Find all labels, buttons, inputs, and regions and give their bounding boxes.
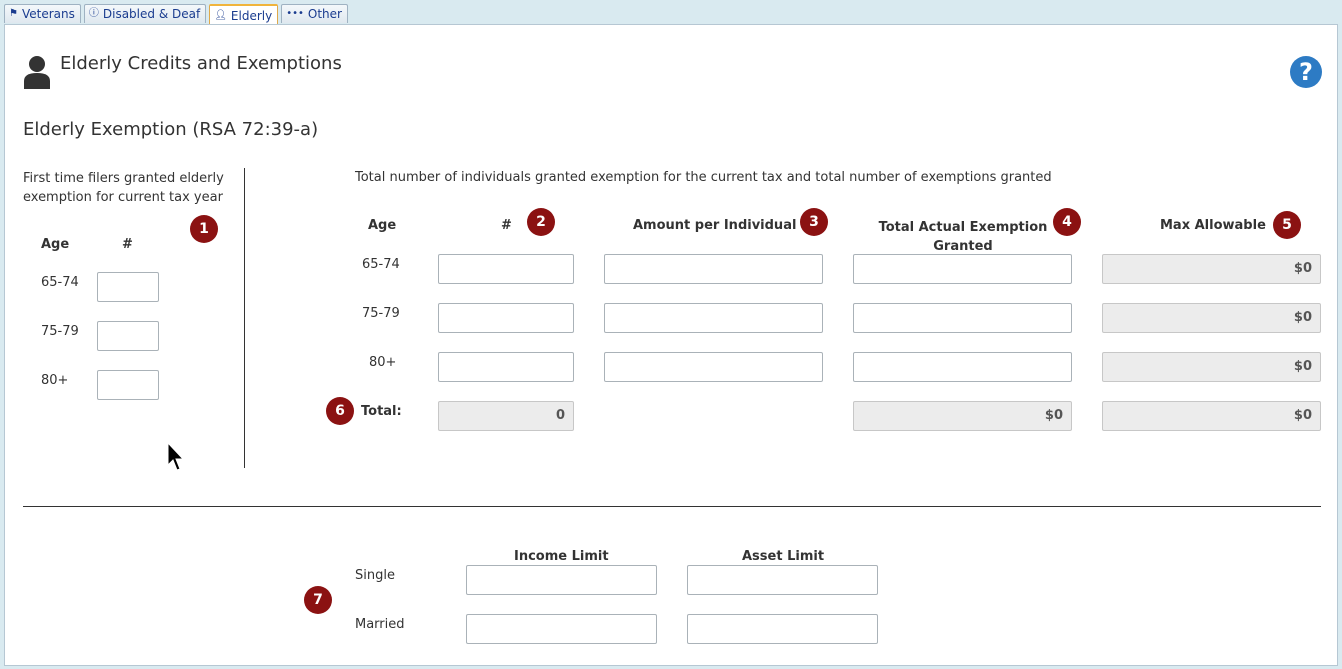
count-80-plus-input[interactable] bbox=[438, 352, 574, 382]
first-time-age-80-plus: 80+ bbox=[41, 373, 69, 388]
first-time-count-65-74-input[interactable] bbox=[97, 272, 159, 302]
totals-count-header: # bbox=[501, 218, 512, 233]
callout-badge-6: 6 bbox=[326, 397, 354, 425]
total-label: Total: bbox=[361, 404, 402, 419]
first-time-age-75-79: 75-79 bbox=[41, 324, 79, 339]
total-actual-exemption: $0 bbox=[853, 401, 1072, 431]
vertical-divider bbox=[244, 168, 245, 468]
user-icon bbox=[24, 56, 50, 89]
amount-75-79-input[interactable] bbox=[604, 303, 823, 333]
single-income-limit-input[interactable] bbox=[466, 565, 657, 595]
user-icon: 👤︎ bbox=[214, 9, 227, 21]
amount-80-plus-input[interactable] bbox=[604, 352, 823, 382]
totals-age-75-79: 75-79 bbox=[362, 306, 400, 321]
callout-badge-2: 2 bbox=[527, 208, 555, 236]
callout-badge-3: 3 bbox=[800, 208, 828, 236]
help-icon[interactable]: ? bbox=[1290, 56, 1322, 88]
tab-other[interactable]: ••• Other bbox=[281, 4, 348, 23]
ellipsis-icon: ••• bbox=[286, 8, 304, 19]
first-time-count-75-79-input[interactable] bbox=[97, 321, 159, 351]
section-title: Elderly Exemption (RSA 72:39-a) bbox=[23, 119, 319, 140]
first-time-age-header: Age bbox=[41, 237, 70, 252]
tab-disabled-deaf[interactable]: ⓘ Disabled & Deaf bbox=[83, 4, 207, 23]
married-label: Married bbox=[355, 617, 405, 632]
first-time-age-65-74: 65-74 bbox=[41, 275, 79, 290]
tab-bar: ⚑ Veterans ⓘ Disabled & Deaf 👤︎ Elderly … bbox=[4, 4, 348, 25]
first-time-count-80-plus-input[interactable] bbox=[97, 370, 159, 400]
flag-icon: ⚑ bbox=[9, 8, 18, 19]
first-time-count-header: # bbox=[122, 237, 133, 252]
callout-badge-5: 5 bbox=[1273, 211, 1301, 239]
total-actual-65-74-input[interactable] bbox=[853, 254, 1072, 284]
asset-limit-header: Asset Limit bbox=[742, 549, 825, 564]
tab-label: Veterans bbox=[21, 7, 75, 21]
count-75-79-input[interactable] bbox=[438, 303, 574, 333]
amount-per-individual-header: Amount per Individual bbox=[633, 218, 797, 233]
tab-label: Other bbox=[307, 7, 342, 21]
mouse-cursor-icon bbox=[167, 442, 185, 471]
totals-age-80-plus: 80+ bbox=[369, 355, 397, 370]
amount-65-74-input[interactable] bbox=[604, 254, 823, 284]
tab-veterans[interactable]: ⚑ Veterans bbox=[4, 4, 81, 23]
total-count: 0 bbox=[438, 401, 574, 431]
info-icon: ⓘ bbox=[88, 8, 99, 19]
totals-age-header: Age bbox=[368, 218, 397, 233]
horizontal-divider bbox=[23, 506, 1321, 507]
tab-label: Disabled & Deaf bbox=[102, 7, 201, 21]
max-allowable-header: Max Allowable bbox=[1160, 218, 1266, 233]
callout-badge-1: 1 bbox=[190, 215, 218, 243]
page-title: Elderly Credits and Exemptions bbox=[60, 53, 342, 74]
total-actual-80-plus-input[interactable] bbox=[853, 352, 1072, 382]
max-allowable-75-79: $0 bbox=[1102, 303, 1321, 333]
married-income-limit-input[interactable] bbox=[466, 614, 657, 644]
count-65-74-input[interactable] bbox=[438, 254, 574, 284]
callout-badge-7: 7 bbox=[304, 586, 332, 614]
elderly-panel: Elderly Credits and Exemptions ? Elderly… bbox=[4, 24, 1338, 666]
income-limit-header: Income Limit bbox=[514, 549, 609, 564]
totals-description: Total number of individuals granted exem… bbox=[355, 170, 1052, 185]
max-allowable-80-plus: $0 bbox=[1102, 352, 1321, 382]
single-asset-limit-input[interactable] bbox=[687, 565, 878, 595]
total-actual-exemption-header: Total Actual Exemption Granted bbox=[878, 220, 1048, 254]
total-actual-75-79-input[interactable] bbox=[853, 303, 1072, 333]
first-time-description: First time filers granted elderly exempt… bbox=[23, 171, 224, 205]
married-asset-limit-input[interactable] bbox=[687, 614, 878, 644]
single-label: Single bbox=[355, 568, 395, 583]
totals-age-65-74: 65-74 bbox=[362, 257, 400, 272]
callout-badge-4: 4 bbox=[1053, 208, 1081, 236]
max-allowable-65-74: $0 bbox=[1102, 254, 1321, 284]
total-max-allowable: $0 bbox=[1102, 401, 1321, 431]
tab-elderly[interactable]: 👤︎ Elderly bbox=[209, 4, 279, 25]
tab-label: Elderly bbox=[230, 8, 273, 23]
